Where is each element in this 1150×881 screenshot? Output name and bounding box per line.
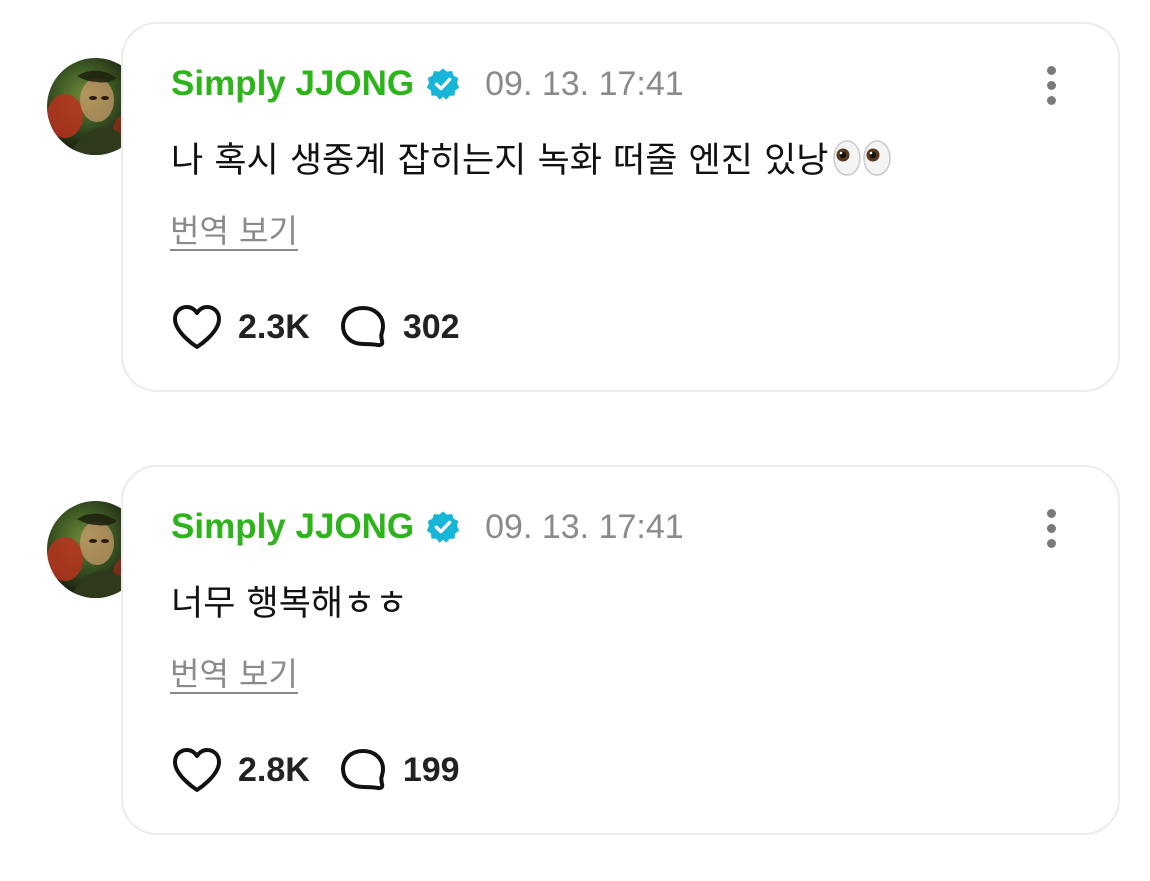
post-header: Simply JJONG 09. 13. 17:41: [171, 507, 684, 547]
verified-badge-icon: [426, 511, 460, 543]
post-actions: 2.3K 302: [171, 304, 460, 350]
username[interactable]: Simply JJONG: [171, 507, 414, 547]
post-card: Simply JJONG 09. 13. 17:41 너무 행복해ㅎㅎ 번역 보…: [121, 465, 1120, 835]
like-count: 2.8K: [238, 750, 310, 789]
comment-count: 302: [402, 307, 460, 346]
like-count: 2.3K: [238, 307, 310, 346]
more-options-icon[interactable]: [1036, 509, 1066, 549]
post-actions: 2.8K 199: [171, 747, 460, 793]
like-button[interactable]: 2.8K: [171, 747, 310, 793]
comment-bubble-icon: [340, 749, 385, 791]
comment-button[interactable]: 199: [338, 747, 460, 793]
translate-link[interactable]: 번역 보기: [170, 206, 298, 252]
verified-badge-icon: [426, 68, 460, 100]
more-options-icon[interactable]: [1036, 66, 1066, 106]
post-text: 너무 행복해ㅎㅎ: [171, 575, 408, 626]
post-card: Simply JJONG 09. 13. 17:41 나 혹시 생중계 잡히는지…: [121, 22, 1120, 392]
heart-icon: [173, 748, 221, 792]
comment-button[interactable]: 302: [338, 304, 460, 350]
post-text-content: 너무 행복해ㅎㅎ: [171, 584, 408, 624]
like-button[interactable]: 2.3K: [171, 304, 310, 350]
username[interactable]: Simply JJONG: [171, 64, 414, 104]
eyes-emoji: [833, 139, 892, 176]
comment-feed: Simply JJONG 09. 13. 17:41 나 혹시 생중계 잡히는지…: [0, 0, 1150, 881]
post-text: 나 혹시 생중계 잡히는지 녹화 떠줄 엔진 있낭: [171, 132, 892, 183]
comment-count: 199: [402, 750, 460, 789]
timestamp: 09. 13. 17:41: [485, 64, 684, 103]
timestamp: 09. 13. 17:41: [485, 507, 684, 546]
translate-link[interactable]: 번역 보기: [170, 649, 298, 695]
heart-icon: [173, 305, 221, 349]
post-text-content: 나 혹시 생중계 잡히는지 녹화 떠줄 엔진 있낭: [171, 141, 829, 181]
comment-bubble-icon: [340, 306, 385, 348]
post-header: Simply JJONG 09. 13. 17:41: [171, 64, 684, 104]
